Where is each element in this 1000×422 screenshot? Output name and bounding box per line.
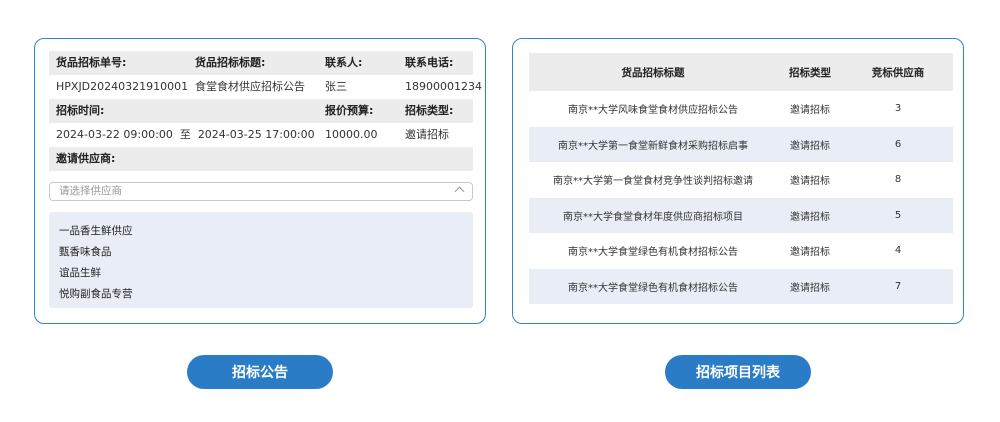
row-title: 南京**大学食堂绿色有机食材招标公告: [568, 282, 738, 294]
row-supplier-count: 8: [894, 174, 902, 186]
row-type: 邀请招标: [790, 140, 830, 152]
supplier-select-placeholder: 请选择供应商: [59, 185, 122, 197]
title-value: 食堂食材供应招标公告: [195, 80, 305, 93]
order-no-value: HPXJD20240321910001: [56, 80, 189, 93]
row-supplier-count: 5: [894, 209, 902, 221]
row-supplier-count: 3: [894, 103, 902, 115]
supplier-option[interactable]: 一品香生鲜供应: [49, 221, 473, 242]
chevron-up-icon[interactable]: [454, 186, 465, 197]
table-row[interactable]: 南京**大学第一食堂食材竞争性谈判招标邀请 邀请招标 8: [529, 162, 953, 198]
row-supplier-count: 6: [894, 138, 902, 150]
contact-value: 张三: [325, 80, 347, 93]
bid-notice-button[interactable]: 招标公告: [187, 355, 333, 389]
order-no-label: 货品招标单号:: [56, 56, 127, 69]
row-supplier-count: 4: [894, 245, 902, 257]
budget-value: 10000.00: [325, 128, 378, 141]
table-row[interactable]: 南京**大学风味食堂食材供应招标公告 邀请招标 3: [529, 91, 953, 127]
row-type: 邀请招标: [790, 247, 830, 259]
row-title: 南京**大学食堂绿色有机食材招标公告: [568, 247, 738, 259]
title-label: 货品招标标题:: [195, 56, 266, 69]
time-value: 2024-03-22 09:00:00 至 2024-03-25 17:00:0…: [56, 128, 315, 141]
row-supplier-count: 7: [894, 280, 902, 292]
bid-form: 货品招标单号: 货品招标标题: 联系人: 联系电话: HPXJD20240321…: [49, 51, 482, 171]
type-label: 招标类型:: [405, 104, 454, 117]
supplier-option[interactable]: 甄香味食品: [49, 242, 473, 263]
row-title: 南京**大学第一食堂新鲜食材采购招标启事: [558, 140, 748, 152]
row-type: 邀请招标: [790, 176, 830, 188]
project-list-button[interactable]: 招标项目列表: [665, 355, 811, 389]
budget-label: 报价预算:: [325, 104, 374, 117]
row-type: 邀请招标: [790, 282, 830, 294]
row-title: 南京**大学食堂食材年度供应商招标项目: [563, 211, 743, 223]
phone-value: 18900001234: [405, 80, 482, 93]
project-table: 货品招标标题 招标类型 竞标供应商 南京**大学风味食堂食材供应招标公告 邀请招…: [529, 53, 953, 304]
row-type: 邀请招标: [790, 211, 830, 223]
supplier-dropdown: 一品香生鲜供应 甄香味食品 谊品生鲜 悦购副食品专营: [49, 212, 473, 308]
time-label: 招标时间:: [56, 104, 105, 117]
form-value-row-2: 2024-03-22 09:00:00 至 2024-03-25 17:00:0…: [49, 123, 473, 147]
contact-label: 联系人:: [325, 56, 363, 69]
project-list-card: 货品招标标题 招标类型 竞标供应商 南京**大学风味食堂食材供应招标公告 邀请招…: [512, 38, 964, 324]
type-value: 邀请招标: [405, 128, 449, 141]
supplier-option[interactable]: 谊品生鲜: [49, 263, 473, 284]
supplier-option[interactable]: 悦购副食品专营: [49, 284, 473, 305]
table-row[interactable]: 南京**大学食堂绿色有机食材招标公告 邀请招标 4: [529, 233, 953, 269]
header-suppliers: 竞标供应商: [871, 66, 925, 79]
table-row[interactable]: 南京**大学第一食堂新鲜食材采购招标启事 邀请招标 6: [529, 126, 953, 162]
form-value-row-1: HPXJD20240321910001 食堂食材供应招标公告 张三 189000…: [49, 75, 482, 99]
form-label-row-2: 招标时间: 报价预算: 招标类型:: [49, 99, 473, 123]
header-title: 货品招标标题: [621, 66, 685, 79]
row-type: 邀请招标: [790, 105, 830, 117]
table-row[interactable]: 南京**大学食堂食材年度供应商招标项目 邀请招标 5: [529, 197, 953, 233]
table-header-row: 货品招标标题 招标类型 竞标供应商: [529, 53, 953, 91]
bid-notice-card: 货品招标单号: 货品招标标题: 联系人: 联系电话: HPXJD20240321…: [34, 38, 486, 324]
row-title: 南京**大学第一食堂食材竞争性谈判招标邀请: [553, 176, 753, 188]
phone-label: 联系电话:: [405, 56, 454, 69]
row-title: 南京**大学风味食堂食材供应招标公告: [568, 105, 738, 117]
supplier-select[interactable]: 请选择供应商: [49, 182, 473, 201]
table-row[interactable]: 南京**大学食堂绿色有机食材招标公告 邀请招标 7: [529, 268, 953, 304]
form-label-row-1: 货品招标单号: 货品招标标题: 联系人: 联系电话:: [49, 51, 473, 75]
form-label-row-3: 邀请供应商:: [49, 147, 473, 171]
suppliers-label: 邀请供应商:: [56, 152, 116, 165]
header-type: 招标类型: [789, 66, 831, 79]
